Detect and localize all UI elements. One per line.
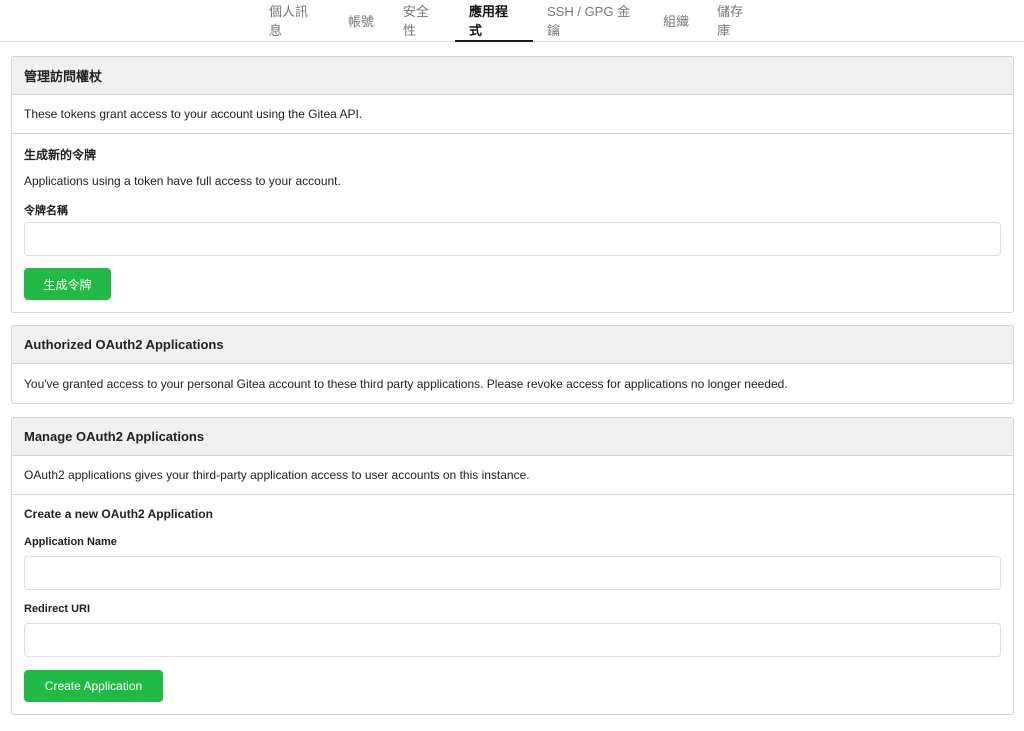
redirect-uri-input[interactable] xyxy=(24,623,1001,657)
generate-token-button[interactable]: 生成令牌 xyxy=(24,268,111,300)
tab-label: 帳號 xyxy=(347,13,374,29)
tab-label: 個人訊息 xyxy=(269,4,309,38)
tab-label: 儲存庫 xyxy=(717,4,744,38)
token-name-input[interactable] xyxy=(24,222,1001,256)
section-title: 管理訪問權杖 xyxy=(24,69,103,84)
tab-label: 安全性 xyxy=(403,4,430,38)
section-title: Authorized OAuth2 Applications xyxy=(24,337,224,352)
manage-oauth2-description-row: OAuth2 applications gives your third-par… xyxy=(12,456,1013,495)
tokens-section: 管理訪問權杖 These tokens grant access to your… xyxy=(11,56,1014,313)
application-name-label: Application Name xyxy=(24,536,117,548)
section-description: You've granted access to your personal G… xyxy=(24,376,788,391)
form-title: 生成新的令牌 xyxy=(24,148,97,162)
tokens-header: 管理訪問權杖 xyxy=(12,57,1013,95)
tab-security[interactable]: 安全性 xyxy=(389,0,455,42)
authorized-oauth2-description-row: You've granted access to your personal G… xyxy=(12,364,1013,403)
manage-oauth2-header: Manage OAuth2 Applications xyxy=(12,418,1013,456)
redirect-uri-label: Redirect URI xyxy=(24,603,91,615)
section-description: These tokens grant access to your accoun… xyxy=(24,107,363,121)
tab-account[interactable]: 帳號 xyxy=(333,0,389,42)
authorized-oauth2-section: Authorized OAuth2 Applications You've gr… xyxy=(11,325,1014,404)
tab-label: 組織 xyxy=(663,13,690,29)
token-name-label: 令牌名稱 xyxy=(24,205,68,217)
manage-oauth2-section: Manage OAuth2 Applications OAuth2 applic… xyxy=(11,417,1014,715)
form-title: Create a new OAuth2 Application xyxy=(24,507,213,521)
application-name-input[interactable] xyxy=(24,556,1001,590)
new-token-form: 生成新的令牌 Applications using a token have f… xyxy=(12,134,1013,312)
authorized-oauth2-header: Authorized OAuth2 Applications xyxy=(12,326,1013,364)
tab-organizations[interactable]: 組織 xyxy=(649,0,703,42)
tab-applications[interactable]: 應用程式 xyxy=(455,0,533,42)
section-title: Manage OAuth2 Applications xyxy=(24,429,205,444)
tab-repositories[interactable]: 儲存庫 xyxy=(703,0,769,42)
new-oauth2-app-form: Create a new OAuth2 Application Applicat… xyxy=(12,495,1013,714)
tab-label: 應用程式 xyxy=(469,4,509,38)
tokens-description-row: These tokens grant access to your accoun… xyxy=(12,95,1013,134)
create-application-button[interactable]: Create Application xyxy=(24,670,163,702)
tab-ssh-gpg-keys[interactable]: SSH / GPG 金鑰 xyxy=(533,0,649,42)
section-description: OAuth2 applications gives your third-par… xyxy=(24,468,530,482)
tab-profile[interactable]: 個人訊息 xyxy=(255,0,333,42)
tab-label: SSH / GPG 金鑰 xyxy=(547,4,631,38)
form-description: Applications using a token have full acc… xyxy=(24,174,341,188)
settings-tabs: 個人訊息 帳號 安全性 應用程式 SSH / GPG 金鑰 組織 儲存庫 xyxy=(0,0,1024,42)
